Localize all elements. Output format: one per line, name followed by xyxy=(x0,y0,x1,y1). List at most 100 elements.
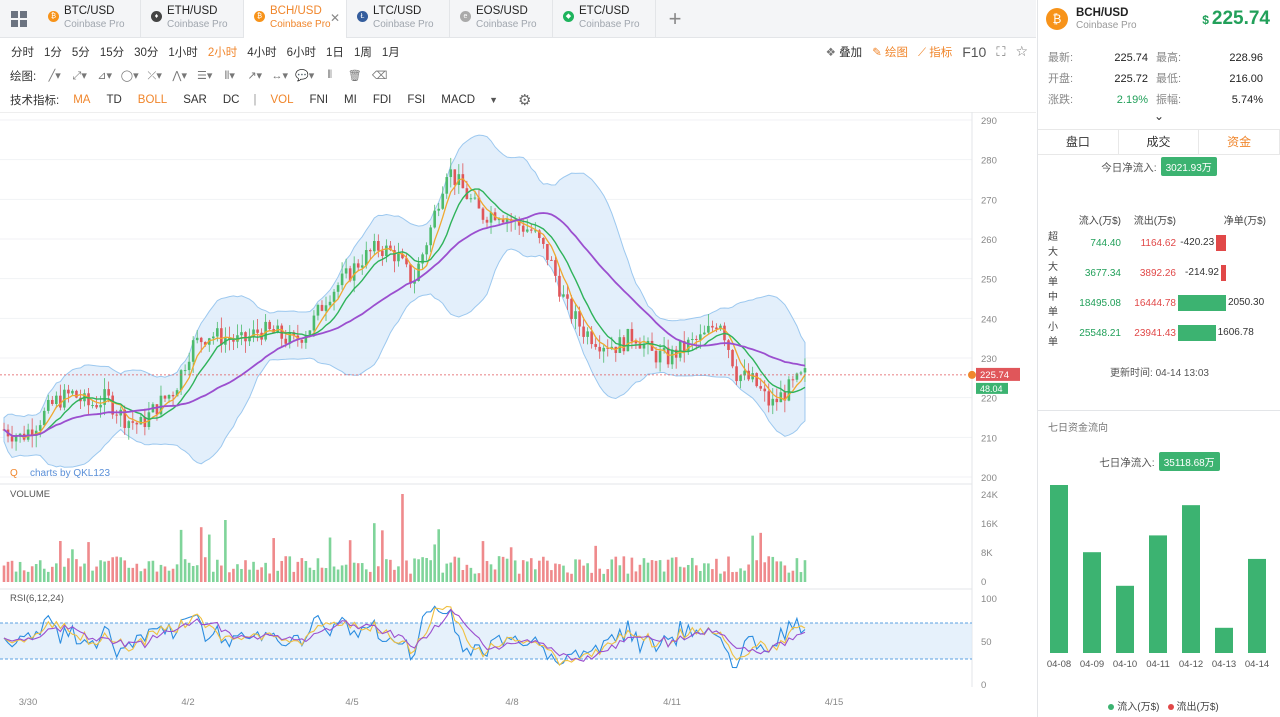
arrow-tool-icon[interactable]: ↗▾ xyxy=(242,69,267,82)
subtab-0[interactable]: 盘口 xyxy=(1038,130,1119,154)
candle-body xyxy=(759,386,762,389)
indicator-fni[interactable]: FNI xyxy=(302,94,337,106)
volume-bar xyxy=(550,570,553,582)
volume-bar xyxy=(272,538,275,582)
volume-bar xyxy=(735,571,738,582)
levels-tool-icon[interactable]: ☰▾ xyxy=(192,69,217,82)
subtab-1[interactable]: 成交 xyxy=(1119,130,1200,154)
f10-button[interactable]: F10 xyxy=(962,44,986,60)
tab-btc-usd[interactable]: ₿ BTC/USD Coinbase Pro xyxy=(38,0,141,38)
measure-tool-icon[interactable]: ↔▾ xyxy=(267,69,292,82)
indicator-boll[interactable]: BOLL xyxy=(130,94,175,106)
candle-body xyxy=(332,291,336,302)
volume-bar xyxy=(191,565,195,582)
candle-body xyxy=(626,328,630,352)
flow-in: 25548.21 xyxy=(1079,327,1121,339)
volume-bar xyxy=(682,567,686,582)
overlay-button[interactable]: ❖ 叠加 xyxy=(826,44,863,60)
week-net-inflow: 七日净流入: 35118.68万 xyxy=(1038,452,1280,471)
interval-10[interactable]: 1周 xyxy=(349,44,377,60)
close-tab-icon[interactable]: ✕ xyxy=(330,11,340,25)
trash-icon[interactable]: 🗑 xyxy=(342,69,367,82)
note-tool-icon[interactable]: 💬▾ xyxy=(292,69,317,82)
volume-bar xyxy=(457,557,461,582)
channel-tool-icon[interactable]: ⊿▾ xyxy=(92,69,117,82)
tab-etc-usd[interactable]: ◆ ETC/USD Coinbase Pro xyxy=(553,0,656,38)
draw-button[interactable]: ✎ 绘图 xyxy=(872,44,908,60)
candle-body xyxy=(570,298,573,319)
volume-bar xyxy=(425,557,428,582)
interval-1[interactable]: 1分 xyxy=(39,44,67,60)
star-icon[interactable]: ☆ xyxy=(1015,43,1028,60)
expand-chevron-icon[interactable]: ⌄ xyxy=(1038,109,1280,123)
indicator-mi[interactable]: MI xyxy=(336,94,365,106)
add-tab-button[interactable]: + xyxy=(656,0,694,38)
volume-bar xyxy=(477,573,481,582)
price-chart[interactable]: 290 280 270 260 250 240 230 220 210 200 Qcharts by… xyxy=(0,112,1036,717)
volume-bar xyxy=(501,556,505,582)
interval-11[interactable]: 1月 xyxy=(377,44,405,60)
interval-9[interactable]: 1日 xyxy=(321,44,349,60)
hdr-out: 流出(万$) xyxy=(1133,216,1176,227)
subtab-2[interactable]: 资金 xyxy=(1199,130,1280,154)
tab-eth-usd[interactable]: ♦ ETH/USD Coinbase Pro xyxy=(141,0,244,38)
chart-canvas[interactable]: 290 280 270 260 250 240 230 220 210 200 Q charts by… xyxy=(0,112,1036,717)
indicator-td[interactable]: TD xyxy=(98,94,129,106)
volume-bar xyxy=(308,567,312,582)
volume-bar xyxy=(590,572,593,582)
settings-gear-icon[interactable]: ⚙ xyxy=(504,91,531,109)
ray-tool-icon[interactable]: ⤢▾ xyxy=(67,69,92,83)
interval-7[interactable]: 4小时 xyxy=(242,44,281,60)
price-tick: 240 xyxy=(981,314,997,325)
week-tick-label: 04-11 xyxy=(1146,659,1170,670)
indicator-ma[interactable]: MA xyxy=(65,94,98,106)
volume-bar xyxy=(759,532,762,582)
tab-exchange: Coinbase Pro xyxy=(373,19,434,30)
indicator-sar[interactable]: SAR xyxy=(175,94,215,106)
eraser-icon[interactable]: ⌫ xyxy=(367,69,392,82)
fib-tool-icon[interactable]: ⤫▾ xyxy=(142,69,167,83)
candle-body xyxy=(602,347,606,352)
flow-row: 小单 25548.21 23941.43 1606.78 xyxy=(1038,318,1280,348)
interval-2[interactable]: 5分 xyxy=(67,44,95,60)
volume-bar xyxy=(791,570,795,582)
candle-body xyxy=(803,368,807,373)
volume-bar xyxy=(481,541,485,582)
indicator-fdi[interactable]: FDI xyxy=(365,94,400,106)
tab-ltc-usd[interactable]: Ł LTC/USD Coinbase Pro xyxy=(347,0,450,38)
tab-bch-usd[interactable]: ₿ BCH/USD Coinbase Pro ✕ xyxy=(244,0,347,38)
grid-menu-icon[interactable] xyxy=(0,0,38,38)
interval-0[interactable]: 分时 xyxy=(6,44,39,60)
candle-body xyxy=(727,340,730,350)
indicator-dc[interactable]: DC xyxy=(215,94,248,106)
bars-tool-icon[interactable]: ⫴ xyxy=(317,69,342,82)
candle-body xyxy=(268,321,271,330)
tab-eos-usd[interactable]: e EOS/USD Coinbase Pro xyxy=(450,0,553,38)
pattern-tool-icon[interactable]: ⋀▾ xyxy=(167,69,192,82)
indicator-button[interactable]: ⟋ 指标 xyxy=(918,44,952,60)
indicator-vol[interactable]: VOL xyxy=(263,94,302,106)
indicator-fsi[interactable]: FSI xyxy=(399,94,433,106)
shape-tool-icon[interactable]: ◯▾ xyxy=(117,69,142,82)
indicator-dropdown-icon[interactable]: ▼ xyxy=(483,95,504,105)
line-tool-icon[interactable]: ╱▾ xyxy=(42,69,67,82)
interval-6[interactable]: 2小时 xyxy=(203,44,242,60)
candle-body xyxy=(155,404,159,415)
candle-body xyxy=(320,304,324,311)
indicator-macd[interactable]: MACD xyxy=(433,94,483,106)
interval-8[interactable]: 6小时 xyxy=(282,44,321,60)
volume-bar xyxy=(646,562,650,582)
price-value: 225.74 xyxy=(1211,8,1270,29)
interval-5[interactable]: 1小时 xyxy=(163,44,202,60)
volume-bar xyxy=(284,556,288,582)
candle-body xyxy=(284,338,288,344)
fullscreen-icon[interactable]: ⛶ xyxy=(996,44,1005,60)
volume-bar xyxy=(228,572,231,582)
stat-label: 开盘: xyxy=(1048,73,1074,85)
gann-tool-icon[interactable]: ⦀▾ xyxy=(217,69,242,83)
flow-table: 流入(万$) 流出(万$) 净单(万$) 超大 744.40 1164.62 -420… xyxy=(1038,212,1280,348)
interval-4[interactable]: 30分 xyxy=(129,44,163,60)
interval-3[interactable]: 15分 xyxy=(95,44,129,60)
candle-body xyxy=(75,390,78,398)
week-bar xyxy=(1248,558,1266,653)
